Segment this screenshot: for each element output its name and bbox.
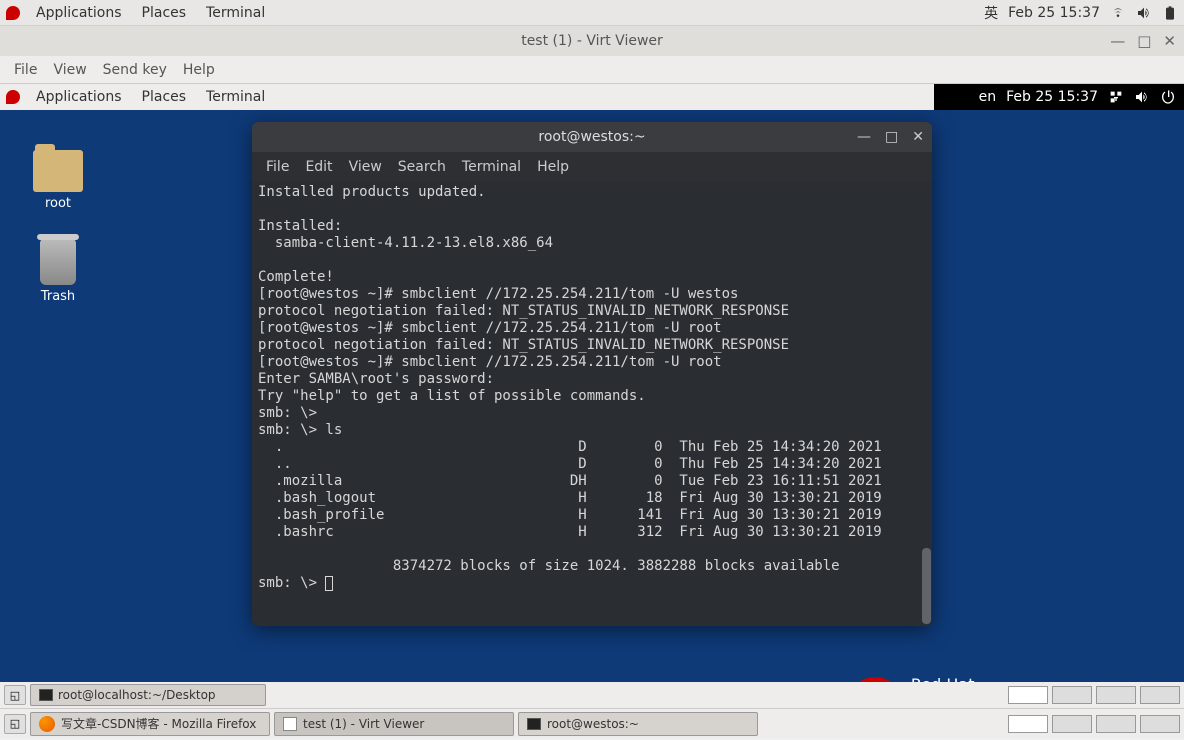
terminal-icon [39,689,53,701]
wifi-icon[interactable] [1110,5,1126,21]
workspace-switcher[interactable]: ◱ [4,685,26,705]
redhat-logo: Red Hat Enterprise Linux [851,675,1074,682]
outer-taskbar: ◱ 写文章-CSDN博客 - Mozilla Firefox test (1) … [0,708,1184,738]
guest-panel-right: en Feb 25 15:37 [934,84,1184,110]
taskbar-item-label: test (1) - Virt Viewer [303,717,424,731]
terminal-body[interactable]: Installed products updated. Installed: s… [252,182,932,626]
taskbar-item-label: 写文章-CSDN博客 - Mozilla Firefox [61,715,256,732]
gnome-logo-icon [6,6,20,20]
menu-view[interactable]: View [341,159,390,175]
virt-viewer-menubar: File View Send key Help [0,56,1184,84]
scrollbar-thumb[interactable] [922,548,931,624]
terminal-minimize-button[interactable]: — [857,130,871,144]
taskbar-item-terminal[interactable]: root@westos:~ [518,712,758,736]
applications-menu[interactable]: Applications [26,5,132,21]
guest-desktop[interactable]: root Trash root@westos:~ — □ ✕ File Edit… [0,110,1184,682]
terminal-menubar: File Edit View Search Terminal Help [252,152,932,182]
gnome-logo-icon [6,90,20,104]
firefox-icon [39,716,55,732]
taskbar-item-label: root@westos:~ [547,717,639,731]
virt-viewer-titlebar[interactable]: test (1) - Virt Viewer — □ ✕ [0,26,1184,56]
guest-clock[interactable]: Feb 25 15:37 [1006,89,1098,105]
terminal-titlebar[interactable]: root@westos:~ — □ ✕ [252,122,932,152]
terminal-close-button[interactable]: ✕ [912,130,924,144]
clock[interactable]: Feb 25 15:37 [1008,5,1100,21]
menu-terminal[interactable]: Terminal [454,159,529,175]
maximize-button[interactable]: □ [1137,34,1151,49]
tray-widget[interactable] [1052,715,1092,733]
terminal-cursor [325,576,333,591]
virt-viewer-window: test (1) - Virt Viewer — □ ✕ File View S… [0,26,1184,708]
menu-file[interactable]: File [6,62,45,78]
menu-file[interactable]: File [258,159,297,175]
terminal-title: root@westos:~ [538,129,645,145]
guest-tray [1008,686,1180,704]
terminal-output: Installed products updated. Installed: s… [258,184,882,591]
taskbar-item-label: root@localhost:~/Desktop [58,688,216,702]
power-icon[interactable] [1160,89,1176,105]
minimize-button[interactable]: — [1110,34,1125,49]
guest-top-panel: Applications Places Terminal en Feb 25 1… [0,84,1184,110]
menu-help[interactable]: Help [529,159,577,175]
tray-widget[interactable] [1008,715,1048,733]
tray-widget[interactable] [1052,686,1092,704]
terminal-maximize-button[interactable]: □ [885,130,898,144]
trash-icon [40,239,76,285]
taskbar-item-virt-viewer[interactable]: test (1) - Virt Viewer [274,712,514,736]
menu-sendkey[interactable]: Send key [95,62,175,78]
taskbar-item-terminal[interactable]: root@localhost:~/Desktop [30,684,266,706]
tray-widget[interactable] [1140,715,1180,733]
folder-icon [33,150,83,192]
places-menu[interactable]: Places [132,5,197,21]
menu-edit[interactable]: Edit [297,159,340,175]
desktop-icon-root-folder[interactable]: root [28,150,88,211]
tray-widget[interactable] [1008,686,1048,704]
guest-places-menu[interactable]: Places [132,89,197,105]
terminal-menu[interactable]: Terminal [196,5,275,21]
tray-widget[interactable] [1140,686,1180,704]
virt-viewer-title: test (1) - Virt Viewer [521,33,663,49]
battery-icon[interactable] [1162,5,1178,21]
desktop-icon-label: root [28,196,88,211]
volume-icon[interactable] [1134,89,1150,105]
tray-widget[interactable] [1096,715,1136,733]
desktop-icon-trash[interactable]: Trash [28,239,88,304]
virt-viewer-icon [283,717,297,731]
guest-taskbar: ◱ root@localhost:~/Desktop [0,682,1184,708]
terminal-icon [527,718,541,730]
host-tray [1008,715,1180,733]
guest-terminal-menu[interactable]: Terminal [196,89,275,105]
tray-widget[interactable] [1096,686,1136,704]
menu-view[interactable]: View [45,62,94,78]
close-button[interactable]: ✕ [1163,34,1176,49]
guest-applications-menu[interactable]: Applications [26,89,132,105]
menu-search[interactable]: Search [390,159,454,175]
outer-top-panel: Applications Places Terminal 英 Feb 25 15… [0,0,1184,26]
terminal-window[interactable]: root@westos:~ — □ ✕ File Edit View Searc… [252,122,932,626]
redhat-text-1: Red Hat [911,675,1074,682]
input-method-indicator[interactable]: 英 [984,3,998,23]
menu-help[interactable]: Help [175,62,223,78]
workspace-switcher[interactable]: ◱ [4,714,26,734]
desktop-icon-label: Trash [28,289,88,304]
guest-input-method[interactable]: en [979,89,997,105]
network-icon[interactable] [1108,89,1124,105]
taskbar-item-firefox[interactable]: 写文章-CSDN博客 - Mozilla Firefox [30,712,270,736]
volume-icon[interactable] [1136,5,1152,21]
